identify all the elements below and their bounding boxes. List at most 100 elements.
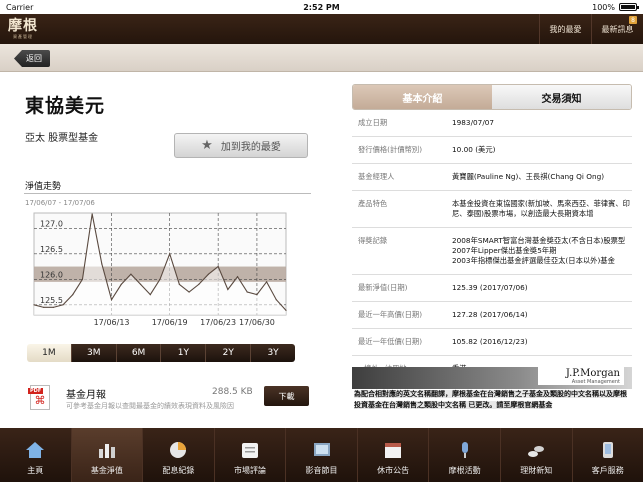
pie-chart-icon — [167, 439, 189, 461]
data-point — [140, 283, 142, 285]
range-selector: 1M 3M 6M 1Y 2Y 3Y — [27, 344, 295, 362]
tab-financial-news[interactable]: 理財新知 — [501, 428, 573, 482]
pdf-icon: PDF ⌘ — [28, 385, 50, 410]
info-value: 125.39 (2017/07/06) — [452, 283, 528, 292]
news-count-badge: 8 — [629, 16, 637, 24]
info-row: 產品特色 本基金投資在東協國家(新加坡、馬來西亞、菲律賓、印尼、泰國)股票市場，以… — [352, 191, 632, 228]
fund-overview-panel: 東協美元 亞太 股票型基金 ★ 加到我的最愛 淨值走勢 17/06/07 - 1… — [24, 72, 324, 428]
info-row: 最近一年高價(日期) 127.28 (2017/06/14) — [352, 302, 632, 329]
data-point — [285, 309, 287, 312]
data-point — [169, 253, 171, 255]
back-button[interactable]: 返回 — [14, 50, 50, 67]
data-point — [62, 304, 64, 306]
add-to-favorites-button[interactable]: ★ 加到我的最愛 — [174, 133, 308, 158]
document-icon — [239, 439, 261, 461]
calendar-icon — [382, 439, 404, 461]
report-size: 288.5 KB — [212, 387, 253, 397]
info-row: 最新淨值(日期) 125.39 (2017/07/06) — [352, 275, 632, 302]
info-label: 最新淨值(日期) — [358, 283, 408, 292]
video-icon — [311, 439, 333, 461]
data-point — [198, 283, 200, 285]
carrier-label: Carrier — [6, 2, 34, 12]
nav-chart[interactable]: 127.0 126.5 126.0 125.5 17/06/13 17/06/19 17/0… — [24, 210, 311, 334]
range-1m[interactable]: 1M — [27, 344, 72, 362]
jpmorgan-banner[interactable]: J.P.Morgan Asset Management 為配合相對應的英文名稱翻… — [352, 367, 632, 412]
jpmorgan-logo: J.P.Morgan Asset Management — [538, 367, 624, 385]
data-point — [266, 281, 268, 283]
info-label: 得獎記錄 — [358, 236, 388, 245]
data-point — [236, 276, 239, 278]
tab-label: 主頁 — [27, 466, 44, 475]
tab-market-closure[interactable]: 休市公告 — [358, 428, 430, 482]
y-tick-label: 125.5 — [40, 296, 63, 305]
range-6m[interactable]: 6M — [116, 344, 162, 362]
data-point — [188, 291, 190, 293]
range-3y[interactable]: 3Y — [251, 344, 295, 362]
y-tick-label: 127.0 — [40, 219, 63, 228]
info-value: 127.28 (2017/06/14) — [452, 310, 528, 319]
y-tick-label: 126.0 — [40, 270, 63, 279]
range-1y[interactable]: 1Y — [161, 344, 207, 362]
range-3m[interactable]: 3M — [71, 344, 117, 362]
download-button[interactable]: 下載 — [264, 386, 309, 406]
app-header: 摩根 資產管理 我的最愛 最新訊息 8 — [0, 14, 643, 44]
info-label: 基金經理人 — [358, 172, 395, 181]
info-label: 產品特色 — [358, 199, 388, 208]
chart-bars-icon — [96, 439, 118, 461]
x-tick-label: 17/06/30 — [239, 318, 275, 327]
data-point — [275, 299, 277, 301]
info-label: 成立日期 — [358, 118, 388, 127]
tab-home[interactable]: 主頁 — [0, 428, 72, 482]
tab-video-program[interactable]: 影音節目 — [286, 428, 358, 482]
data-point — [178, 283, 180, 285]
nav-trend-title: 淨值走勢 — [25, 182, 62, 192]
tab-customer-service[interactable]: 客戶服務 — [573, 428, 643, 482]
tab-trading-notes[interactable]: 交易須知 — [492, 85, 631, 109]
info-value: 2008年SMART智富台灣基金獎亞太(不含日本)股票型 2007年Lipper… — [452, 236, 626, 265]
data-point — [52, 306, 54, 308]
data-point — [227, 288, 229, 291]
info-value: 10.00 (美元) — [452, 145, 496, 154]
phone-icon — [597, 439, 619, 461]
morgan-logo[interactable]: 摩根 資產管理 — [6, 16, 40, 42]
tab-label: 市場評論 — [233, 466, 266, 475]
tab-market-commentary[interactable]: 市場評論 — [215, 428, 287, 482]
x-tick-label: 17/06/19 — [152, 318, 188, 327]
info-value: 黃寶麗(Pauline Ng)、王長祺(Chang Qi Ong) — [452, 172, 605, 181]
fund-name: 東協美元 — [25, 95, 106, 117]
info-label: 發行價格(計價幣別) — [358, 145, 423, 154]
tab-dividend-record[interactable]: 配息紀錄 — [143, 428, 215, 482]
battery-icon — [619, 3, 639, 11]
battery-percent: 100% — [592, 2, 615, 12]
tab-fund-nav[interactable]: 基金淨值 — [71, 428, 144, 482]
x-tick-label: 17/06/13 — [94, 318, 130, 327]
range-2y[interactable]: 2Y — [206, 344, 252, 362]
fund-details-panel: 基本介紹 交易須知 成立日期 1983/07/07 發行價格(計價幣別) 10.00 … — [352, 84, 632, 428]
chart-date-range: 17/06/07 - 17/07/06 — [25, 199, 95, 207]
tab-morgan-events[interactable]: 摩根活動 — [429, 428, 501, 482]
x-tick-label: 17/06/23 — [200, 318, 236, 327]
clock: 2:52 PM — [303, 2, 340, 12]
y-tick-label: 126.5 — [40, 245, 63, 254]
info-value: 本基金投資在東協國家(新加坡、馬來西亞、菲律賓、印尼、泰國)股票市場，以創造最大… — [452, 199, 630, 218]
data-point — [217, 265, 219, 268]
tab-label: 休市公告 — [377, 466, 410, 475]
data-point — [207, 273, 210, 275]
info-row: 得獎記錄 2008年SMART智富台灣基金獎亞太(不含日本)股票型 2007年Li… — [352, 228, 632, 275]
tab-label: 客戶服務 — [591, 466, 624, 475]
tab-label: 配息紀錄 — [162, 466, 195, 475]
name-change-notice: 為配合相對應的英文名稱翻譯，摩根基金在台灣銷售之子基金及類股的中文名稱以及摩根投… — [352, 389, 632, 412]
latest-news-button[interactable]: 最新訊息 8 — [591, 14, 643, 44]
home-icon — [24, 439, 46, 461]
data-point — [81, 278, 84, 280]
tab-label: 影音節目 — [305, 466, 338, 475]
divider — [24, 193, 311, 194]
my-favorites-button[interactable]: 我的最愛 — [539, 14, 591, 44]
coins-icon — [525, 439, 547, 461]
data-point — [101, 263, 103, 265]
star-icon: ★ — [201, 138, 213, 153]
status-bar: Carrier 2:52 PM 100% — [0, 0, 643, 14]
monthly-report-item: PDF ⌘ 基金月報 288.5 KB 可參考基金月報以查閱最基金的績效表現資料… — [24, 380, 311, 420]
tab-basic-info[interactable]: 基本介紹 — [353, 85, 492, 109]
data-point — [91, 213, 93, 215]
